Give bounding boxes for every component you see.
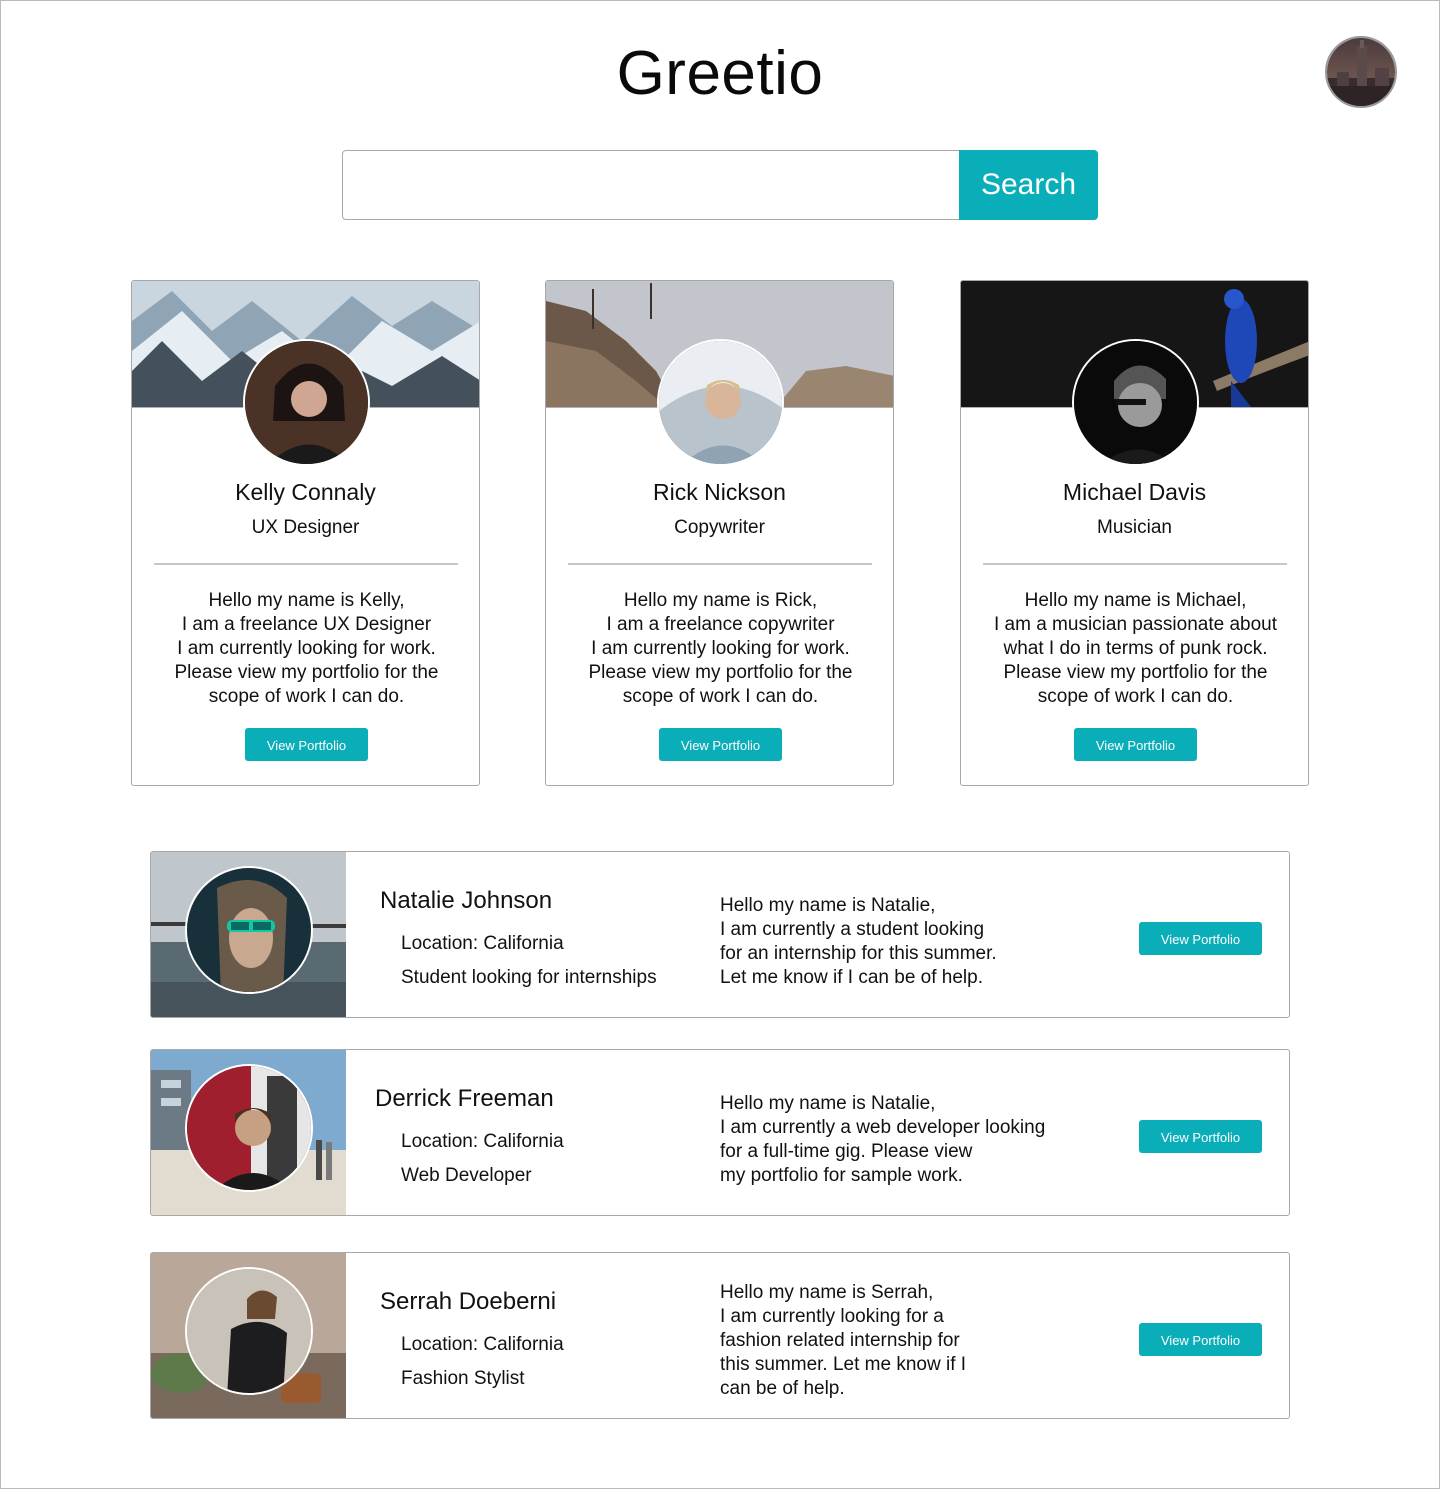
divider xyxy=(154,563,458,565)
avatar xyxy=(657,339,784,466)
row-location: Location: California xyxy=(401,1131,564,1152)
view-portfolio-button[interactable]: View Portfolio xyxy=(1139,922,1262,955)
row-name: Serrah Doeberni xyxy=(380,1288,557,1315)
view-portfolio-button[interactable]: View Portfolio xyxy=(245,728,368,761)
card-role: Musician xyxy=(1097,517,1172,538)
card-role: UX Designer xyxy=(251,517,360,538)
row-bio: Hello my name is Natalie, I am currently… xyxy=(720,1093,1046,1186)
user-avatar-icon[interactable] xyxy=(1325,36,1397,108)
row-bio: Hello my name is Natalie, I am currently… xyxy=(720,895,997,988)
card-role: Copywriter xyxy=(674,517,765,538)
avatar xyxy=(185,1267,313,1395)
avatar xyxy=(1072,339,1199,466)
view-portfolio-button[interactable]: View Portfolio xyxy=(1074,728,1197,761)
divider xyxy=(983,563,1287,565)
card-name: Kelly Connaly xyxy=(235,479,376,505)
list-item-natalie: Natalie Johnson Location: California Stu… xyxy=(150,851,1290,1018)
search-button[interactable]: Search xyxy=(959,150,1098,220)
card-bio: Hello my name is Rick, I am a freelance … xyxy=(588,590,853,707)
profile-card-kelly: Kelly Connaly UX Designer Hello my name … xyxy=(131,280,480,786)
profile-card-rick: Rick Nickson Copywriter Hello my name is… xyxy=(545,280,894,786)
avatar xyxy=(185,1064,313,1192)
list-item-derrick: Derrick Freeman Location: California Web… xyxy=(150,1049,1290,1216)
avatar xyxy=(243,339,370,466)
list-item-serrah: Serrah Doeberni Location: California Fas… xyxy=(150,1252,1290,1419)
app-title: Greetio xyxy=(616,39,824,108)
view-portfolio-button[interactable]: View Portfolio xyxy=(1139,1120,1262,1153)
row-name: Derrick Freeman xyxy=(375,1085,554,1112)
card-name: Rick Nickson xyxy=(653,479,786,505)
card-name: Michael Davis xyxy=(1062,479,1207,505)
row-location: Location: California xyxy=(401,933,564,954)
view-portfolio-button[interactable]: View Portfolio xyxy=(1139,1323,1262,1356)
card-bio: Hello my name is Michael, I am a musicia… xyxy=(993,590,1278,707)
avatar xyxy=(185,866,313,994)
card-bio: Hello my name is Kelly, I am a freelance… xyxy=(174,590,439,707)
row-title: Fashion Stylist xyxy=(401,1368,525,1389)
row-bio: Hello my name is Serrah, I am currently … xyxy=(720,1282,967,1399)
view-portfolio-button[interactable]: View Portfolio xyxy=(659,728,782,761)
row-title: Student looking for internships xyxy=(401,967,657,988)
divider xyxy=(568,563,872,565)
row-name: Natalie Johnson xyxy=(380,887,553,914)
row-location: Location: California xyxy=(401,1334,564,1355)
search-input[interactable] xyxy=(342,150,960,220)
profile-card-michael: Michael Davis Musician Hello my name is … xyxy=(960,280,1309,786)
row-title: Web Developer xyxy=(401,1165,532,1186)
